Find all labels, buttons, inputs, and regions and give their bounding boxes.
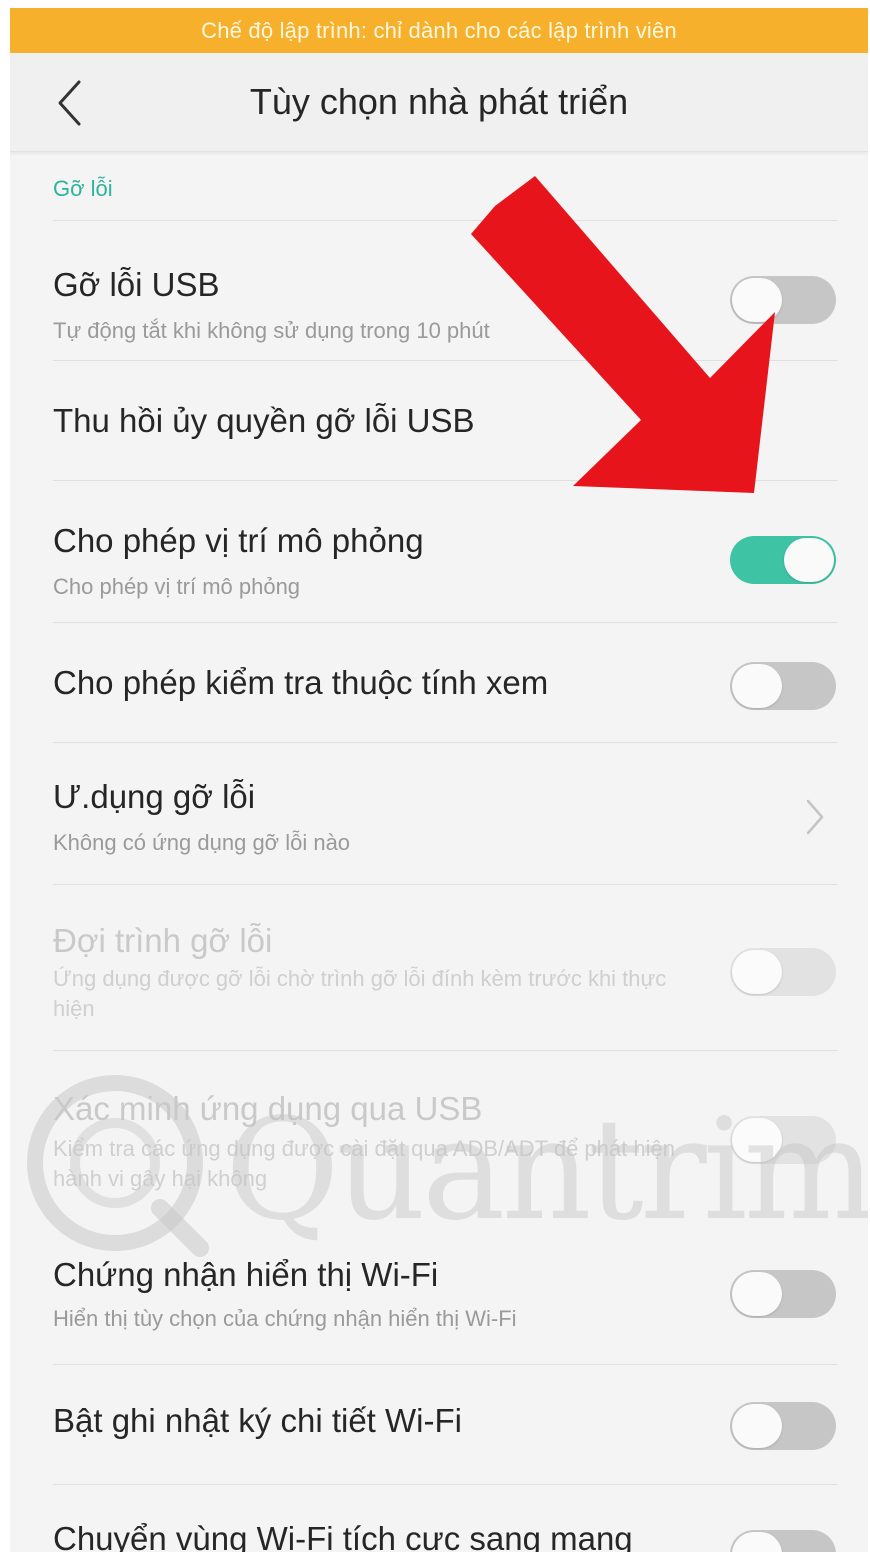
toggle-knob (732, 1532, 782, 1552)
page-title: Tùy chọn nhà phát triển (249, 81, 629, 122)
toggle-knob (732, 1272, 782, 1316)
chevron-right-icon (806, 799, 824, 835)
setting-wifi-display-cert[interactable]: Chứng nhận hiển thị Wi-Fi Hiển thị tùy c… (10, 1228, 868, 1364)
setting-title: Bật ghi nhật ký chi tiết Wi-Fi (53, 1402, 462, 1439)
setting-subtitle: Hiển thị tùy chọn của chứng nhận hiển th… (53, 1306, 517, 1331)
setting-usb-debugging[interactable]: Gỡ lỗi USB Tự động tắt khi không sử dụng… (10, 220, 868, 360)
view-attribute-toggle[interactable] (730, 662, 836, 710)
setting-wifi-aggressive-roaming[interactable]: Chuyển vùng Wi-Fi tích cực sang mạng (10, 1484, 868, 1552)
setting-verify-apps-usb[interactable]: Xác minh ứng dụng qua USB Kiểm tra các ứ… (10, 1050, 868, 1228)
phone-screen: Chế độ lập trình: chỉ dành cho các lập t… (10, 8, 868, 1552)
setting-debug-app[interactable]: Ư.dụng gỡ lỗi Không có ứng dụng gỡ lỗi n… (10, 742, 868, 884)
wait-debugger-toggle[interactable] (730, 948, 836, 996)
verify-apps-toggle[interactable] (730, 1116, 836, 1164)
toggle-knob (732, 278, 782, 322)
setting-view-attribute-inspection[interactable]: Cho phép kiểm tra thuộc tính xem (10, 622, 868, 742)
setting-wait-for-debugger[interactable]: Đợi trình gỡ lỗi Ứng dụng được gỡ lỗi ch… (10, 884, 868, 1050)
mock-location-toggle[interactable] (730, 536, 836, 584)
setting-subtitle: Ứng dụng được gỡ lỗi chờ trình gỡ lỗi đí… (53, 966, 667, 1021)
setting-title: Thu hồi ủy quyền gỡ lỗi USB (53, 402, 475, 439)
app-header: Tùy chọn nhà phát triển (10, 53, 868, 152)
setting-title: Chuyển vùng Wi-Fi tích cực sang mạng (53, 1520, 633, 1552)
setting-title: Cho phép kiểm tra thuộc tính xem (53, 664, 549, 701)
wifi-verbose-toggle[interactable] (730, 1402, 836, 1450)
setting-subtitle: Tự động tắt khi không sử dụng trong 10 p… (53, 318, 490, 343)
setting-title: Xác minh ứng dụng qua USB (53, 1090, 483, 1127)
setting-subtitle: Không có ứng dụng gỡ lỗi nào (53, 830, 351, 855)
banner-text: Chế độ lập trình: chỉ dành cho các lập t… (201, 17, 677, 43)
setting-mock-location[interactable]: Cho phép vị trí mô phỏng Cho phép vị trí… (10, 480, 868, 622)
toggle-knob (732, 950, 782, 994)
toggle-knob (784, 538, 834, 582)
setting-title: Gỡ lỗi USB (53, 266, 220, 303)
setting-subtitle: Cho phép vị trí mô phỏng (53, 574, 301, 599)
toggle-knob (732, 664, 782, 708)
setting-title: Cho phép vị trí mô phỏng (53, 522, 424, 559)
usb-debugging-toggle[interactable] (730, 276, 836, 324)
setting-subtitle: Kiểm tra các ứng dụng được cài đặt qua A… (53, 1136, 675, 1191)
setting-revoke-usb-auth[interactable]: Thu hồi ủy quyền gỡ lỗi USB (10, 360, 868, 480)
setting-title: Ư.dụng gỡ lỗi (53, 778, 256, 815)
toggle-knob (732, 1404, 782, 1448)
setting-title: Đợi trình gỡ lỗi (53, 922, 273, 959)
wifi-display-toggle[interactable] (730, 1270, 836, 1318)
developer-mode-banner: Chế độ lập trình: chỉ dành cho các lập t… (10, 8, 868, 53)
setting-wifi-verbose-logging[interactable]: Bật ghi nhật ký chi tiết Wi-Fi (10, 1364, 868, 1484)
section-label-debug: Gỡ lỗi (53, 176, 113, 201)
toggle-knob (732, 1118, 782, 1162)
wifi-roaming-toggle[interactable] (730, 1530, 836, 1552)
setting-title: Chứng nhận hiển thị Wi-Fi (53, 1256, 439, 1293)
